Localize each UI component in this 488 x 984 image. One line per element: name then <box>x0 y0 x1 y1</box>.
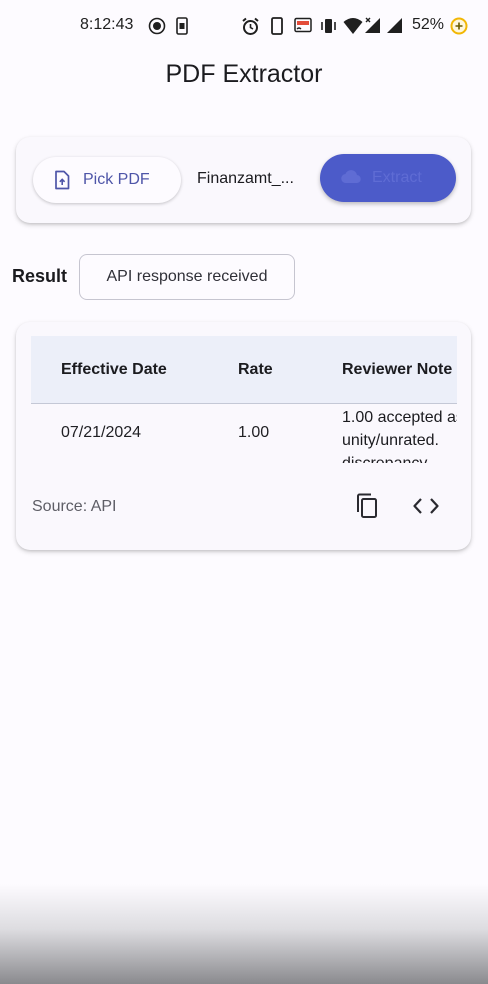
battery-saver-icon <box>450 17 468 35</box>
record-icon <box>148 17 166 35</box>
pdf-picker-card: Pick PDF Finanzamt_... Extract <box>16 137 471 223</box>
code-icon[interactable] <box>413 497 439 515</box>
selected-file-name: Finanzamt_... <box>197 170 294 187</box>
cell-reviewer-note: 1.00 accepted as unity/unrated. discrepa… <box>342 409 457 463</box>
column-header-rate: Rate <box>238 361 273 378</box>
result-table[interactable]: Effective Date Rate Reviewer Note 07/21/… <box>31 336 457 463</box>
wifi-icon <box>343 18 363 34</box>
cloud-upload-icon <box>341 170 361 184</box>
cast-icon <box>294 17 312 33</box>
pick-pdf-button[interactable]: Pick PDF <box>33 157 181 203</box>
alarm-icon <box>242 17 259 35</box>
upload-file-icon <box>55 170 70 190</box>
column-header-reviewer-note: Reviewer Note <box>342 361 453 378</box>
result-source: Source: API <box>32 498 117 515</box>
result-heading: Result <box>12 266 68 286</box>
extract-label: Extract <box>372 169 422 186</box>
status-time: 8:12:43 <box>80 16 134 33</box>
pick-pdf-label: Pick PDF <box>83 171 150 188</box>
bottom-navigation-fade <box>0 884 488 984</box>
signal-icon <box>387 18 402 33</box>
phone-icon <box>176 17 188 35</box>
phone-outline-icon <box>271 17 283 35</box>
cell-effective-date: 07/21/2024 <box>61 424 142 441</box>
signal-icon <box>365 17 380 33</box>
status-bar: 8:12:43 52% <box>0 0 488 52</box>
vibrate-icon <box>321 19 336 33</box>
result-card: Effective Date Rate Reviewer Note 07/21/… <box>16 322 471 550</box>
cell-rate: 1.00 <box>238 424 270 441</box>
column-header-effective-date: Effective Date <box>61 361 167 378</box>
battery-percent: 52% <box>412 16 445 33</box>
extract-button[interactable]: Extract <box>320 154 456 202</box>
copy-icon[interactable] <box>354 492 380 520</box>
page-title: PDF Extractor <box>165 60 323 88</box>
result-status-chip: API response received <box>79 254 295 300</box>
table-header: Effective Date Rate Reviewer Note <box>31 336 457 404</box>
